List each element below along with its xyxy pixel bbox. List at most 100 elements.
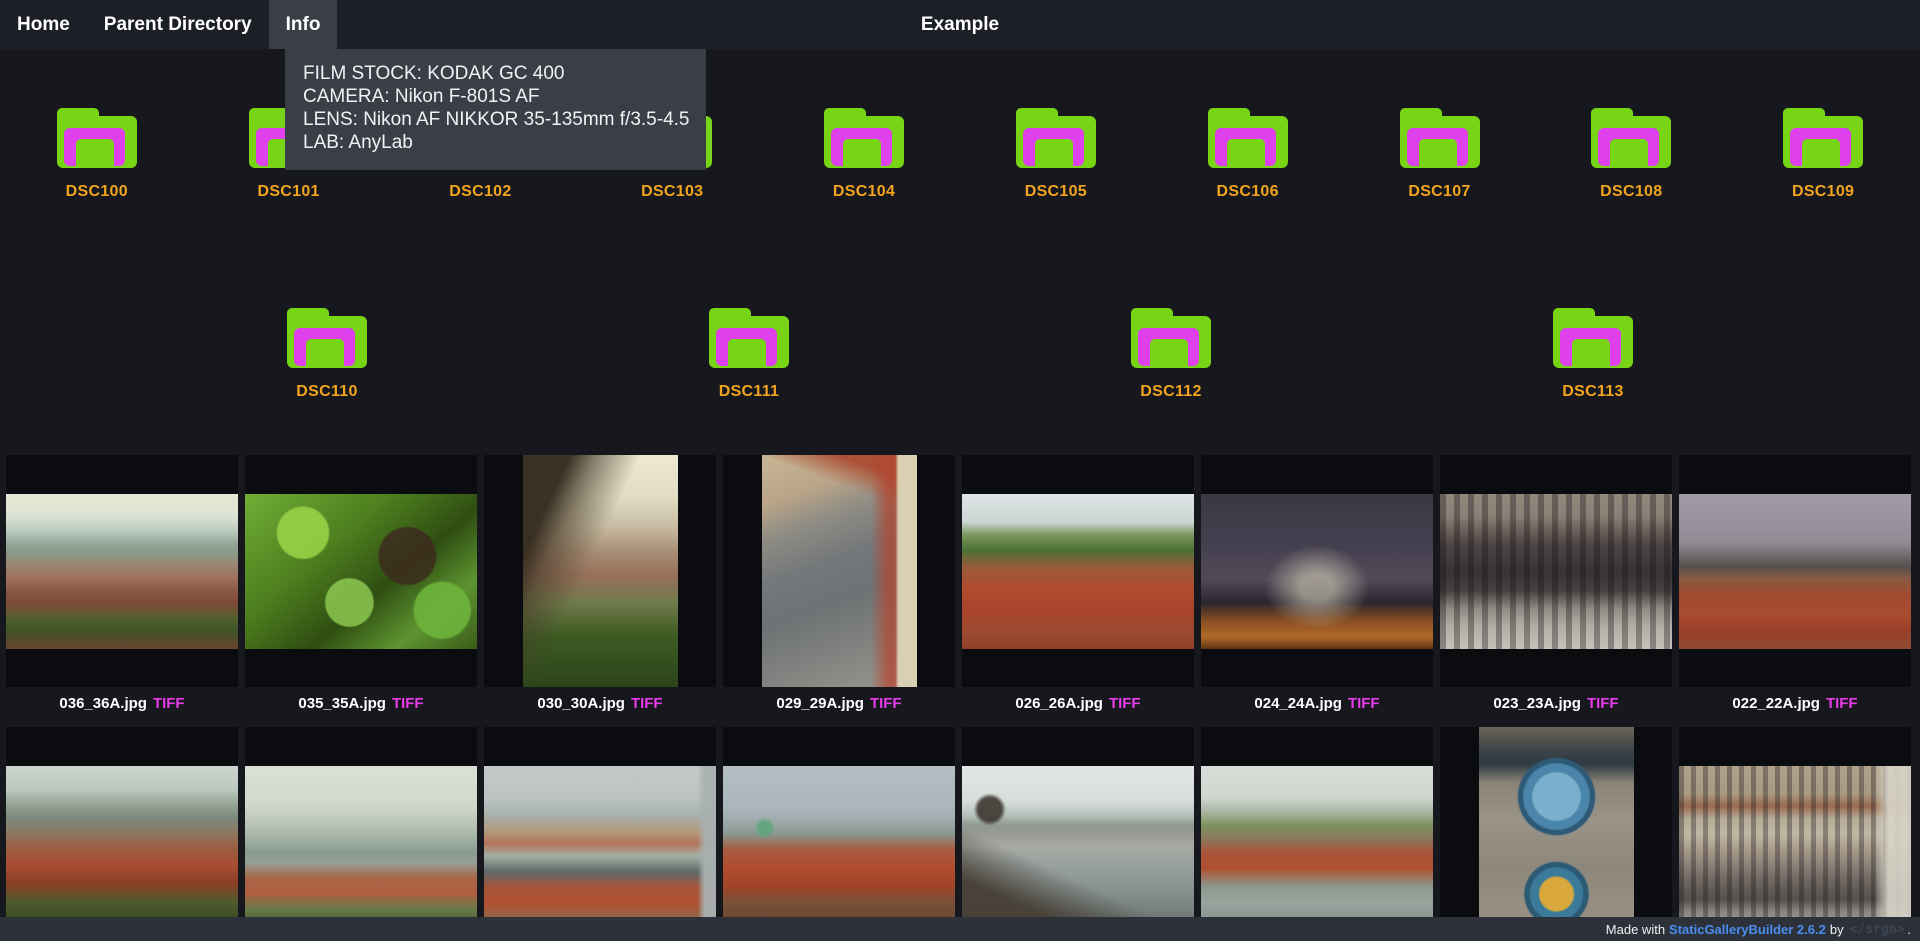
thumbnail-image <box>523 455 678 687</box>
folder-label: DSC110 <box>296 383 357 401</box>
thumbnail-image <box>762 455 917 687</box>
folder-icon <box>1553 308 1633 368</box>
tiff-link[interactable]: TIFF <box>631 695 663 712</box>
folder-label: DSC104 <box>833 183 895 201</box>
folder-label: DSC106 <box>1217 183 1279 201</box>
folder-label: DSC107 <box>1408 183 1470 201</box>
static-gallery-builder-link[interactable]: StaticGalleryBuilder 2.6.2 <box>1669 922 1826 937</box>
photo-tile: 023_23A.jpg TIFF <box>1440 455 1672 713</box>
folder-icon <box>824 108 904 168</box>
photo-tile <box>1440 727 1672 941</box>
photo-thumbnail[interactable] <box>962 455 1194 687</box>
folder-label: DSC103 <box>641 183 703 201</box>
thumbnail-image <box>1679 494 1911 649</box>
photo-thumbnail[interactable] <box>6 455 238 687</box>
thumbnail-image <box>1479 727 1634 941</box>
folder-item-dsc100[interactable]: DSC100 <box>2 108 192 201</box>
tiff-link[interactable]: TIFF <box>153 695 185 712</box>
photo-filename-link[interactable]: 030_30A.jpg <box>537 695 625 712</box>
photo-tile: 029_29A.jpg TIFF <box>723 455 955 713</box>
folder-label: DSC100 <box>66 183 128 201</box>
photo-thumbnail[interactable] <box>245 727 477 941</box>
folder-item-dsc110[interactable]: DSC110 <box>232 308 422 401</box>
tiff-link[interactable]: TIFF <box>870 695 902 712</box>
tiff-link[interactable]: TIFF <box>1587 695 1619 712</box>
photo-thumbnail[interactable] <box>1201 455 1433 687</box>
tiff-link[interactable]: TIFF <box>392 695 424 712</box>
photo-tile <box>245 727 477 941</box>
photo-filename-link[interactable]: 029_29A.jpg <box>776 695 864 712</box>
info-dropdown: FILM STOCK: KODAK GC 400 CAMERA: Nikon F… <box>285 49 706 170</box>
folder-item-dsc107[interactable]: DSC107 <box>1345 108 1535 201</box>
photo-grid: 036_36A.jpg TIFF 035_35A.jpg TIFF 030_30A.… <box>0 455 1920 941</box>
info-line-camera: CAMERA: Nikon F-801S AF <box>303 85 690 108</box>
nav-item-parent-directory[interactable]: Parent Directory <box>87 0 269 49</box>
thumbnail-image <box>6 494 238 649</box>
photo-thumbnail[interactable] <box>723 727 955 941</box>
footer-made-with-text: Made with <box>1606 922 1665 937</box>
folder-icon <box>57 108 137 168</box>
folder-item-dsc111[interactable]: DSC111 <box>654 308 844 401</box>
folder-icon <box>1131 308 1211 368</box>
photo-thumbnail[interactable] <box>484 455 716 687</box>
photo-thumbnail[interactable] <box>1679 455 1911 687</box>
tiff-link[interactable]: TIFF <box>1348 695 1380 712</box>
folder-label: DSC109 <box>1792 183 1854 201</box>
photo-tile: 024_24A.jpg TIFF <box>1201 455 1433 713</box>
photo-thumbnail[interactable] <box>1440 455 1672 687</box>
photo-thumbnail[interactable] <box>484 727 716 941</box>
folder-icon <box>287 308 367 368</box>
folder-item-dsc112[interactable]: DSC112 <box>1076 308 1266 401</box>
thumbnail-image <box>1201 494 1433 649</box>
folder-icon <box>1591 108 1671 168</box>
folder-item-dsc108[interactable]: DSC108 <box>1536 108 1726 201</box>
photo-thumbnail[interactable] <box>962 727 1194 941</box>
footer-period-text: . <box>1907 922 1911 937</box>
photo-filename-link[interactable]: 026_26A.jpg <box>1015 695 1103 712</box>
photo-filename-link[interactable]: 024_24A.jpg <box>1254 695 1342 712</box>
photo-thumbnail[interactable] <box>245 455 477 687</box>
photo-filename-link[interactable]: 035_35A.jpg <box>298 695 386 712</box>
folder-label: DSC111 <box>719 383 780 401</box>
photo-filename-link[interactable]: 036_36A.jpg <box>59 695 147 712</box>
thumbnail-image <box>962 766 1194 921</box>
folder-icon <box>709 308 789 368</box>
thumbnail-image <box>723 766 955 921</box>
footer-bar: Made with StaticGalleryBuilder 2.6.2 by … <box>0 917 1920 941</box>
srgn-logo-link[interactable]: </srgn> <box>1850 922 1905 937</box>
photo-tile: 036_36A.jpg TIFF <box>6 455 238 713</box>
photo-thumbnail[interactable] <box>1440 727 1672 941</box>
photo-tile <box>484 727 716 941</box>
nav-item-info[interactable]: Info <box>269 0 338 49</box>
photo-filename-link[interactable]: 022_22A.jpg <box>1732 695 1820 712</box>
thumbnail-image <box>245 494 477 649</box>
folder-label: DSC108 <box>1600 183 1662 201</box>
tiff-link[interactable]: TIFF <box>1826 695 1858 712</box>
photo-filename-link[interactable]: 023_23A.jpg <box>1493 695 1581 712</box>
photo-tile: 035_35A.jpg TIFF <box>245 455 477 713</box>
photo-tile <box>1679 727 1911 941</box>
photo-tile: 022_22A.jpg TIFF <box>1679 455 1911 713</box>
thumbnail-image <box>962 494 1194 649</box>
photo-tile <box>1201 727 1433 941</box>
photo-thumbnail[interactable] <box>6 727 238 941</box>
folder-item-dsc105[interactable]: DSC105 <box>961 108 1151 201</box>
folder-item-dsc106[interactable]: DSC106 <box>1153 108 1343 201</box>
folder-label: DSC112 <box>1140 383 1201 401</box>
photo-thumbnail[interactable] <box>1201 727 1433 941</box>
folder-label: DSC102 <box>449 183 511 201</box>
folder-item-dsc109[interactable]: DSC109 <box>1728 108 1918 201</box>
folder-item-dsc104[interactable]: DSC104 <box>769 108 959 201</box>
tiff-link[interactable]: TIFF <box>1109 695 1141 712</box>
folder-icon <box>1783 108 1863 168</box>
photo-thumbnail[interactable] <box>1679 727 1911 941</box>
photo-thumbnail[interactable] <box>723 455 955 687</box>
thumbnail-image <box>1201 766 1433 921</box>
photo-tile: 030_30A.jpg TIFF <box>484 455 716 713</box>
thumbnail-image <box>6 766 238 921</box>
folder-item-dsc113[interactable]: DSC113 <box>1498 308 1688 401</box>
folder-icon <box>1208 108 1288 168</box>
thumbnail-image <box>1679 766 1911 921</box>
folder-icon <box>1400 108 1480 168</box>
nav-item-home[interactable]: Home <box>0 0 87 49</box>
